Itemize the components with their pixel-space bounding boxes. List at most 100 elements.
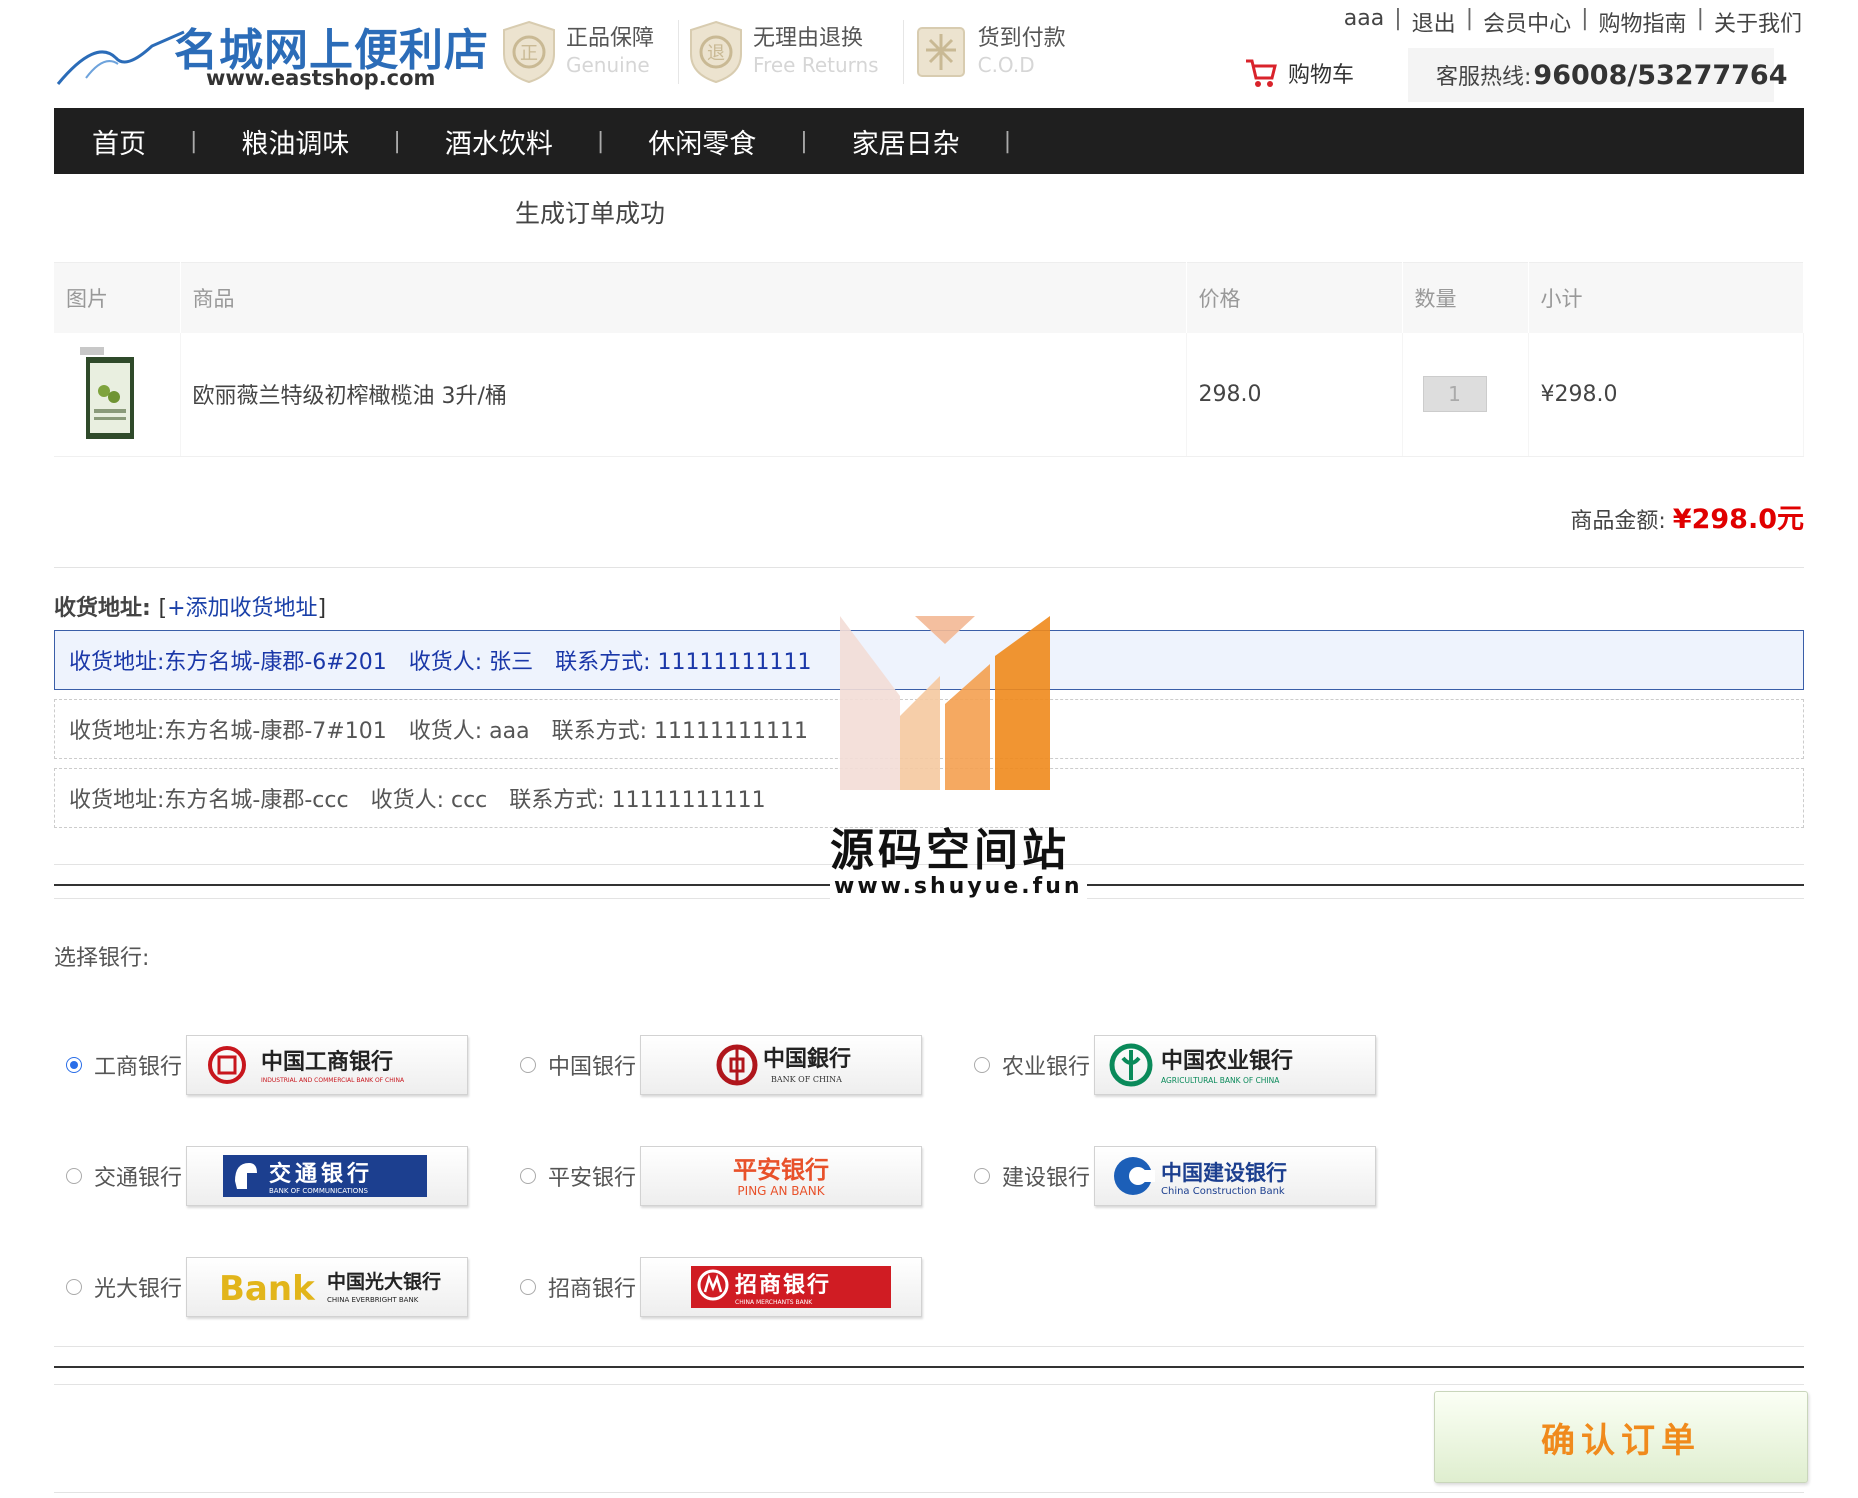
- bank-name-pingan: 平安银行: [548, 1166, 637, 1191]
- address-heading-label: 收货地址:: [54, 596, 151, 621]
- bank-option-abc[interactable]: 农业银行 中国农业银行 AGRICULTURAL BANK OF CHINA: [974, 1035, 1376, 1095]
- logout-link[interactable]: 退出: [1412, 6, 1456, 38]
- address-contact: 联系方式: 11111111111: [509, 788, 766, 813]
- olive-oil-product-image[interactable]: [80, 347, 140, 441]
- bank-radio-abc[interactable]: [974, 1057, 990, 1073]
- cmb-logo-icon: 招商银行 CHINA MERCHANTS BANK: [691, 1266, 891, 1308]
- guarantee-genuine: 正 正品保障 Genuine: [500, 20, 680, 84]
- ccb-logo-sub: China Construction Bank: [1161, 1186, 1285, 1197]
- divider: [54, 1384, 1804, 1385]
- cmb-logo-sub: CHINA MERCHANTS BANK: [735, 1299, 813, 1306]
- bank-radio-pingan[interactable]: [520, 1168, 536, 1184]
- boc-logo[interactable]: 中国銀行 BANK OF CHINA: [640, 1035, 922, 1095]
- nav-separator: |: [190, 128, 198, 154]
- guarantee-cod-sub: C.O.D: [977, 53, 1035, 77]
- order-total: 商品金额: ¥298.0元: [1570, 497, 1804, 536]
- cmb-logo[interactable]: 招商银行 CHINA MERCHANTS BANK: [640, 1257, 922, 1317]
- bank-radio-ceb[interactable]: [66, 1279, 82, 1295]
- product-image-cell: [54, 332, 181, 457]
- bank-option-cmb[interactable]: 招商银行 招商银行 CHINA MERCHANTS BANK: [520, 1257, 922, 1317]
- product-quantity-cell: 1: [1402, 332, 1529, 457]
- icbc-logo-icon: 中国工商银行 INDUSTRIAL AND COMMERCIAL BANK OF…: [208, 1046, 405, 1084]
- product-subtotal-cell: ¥298.0: [1528, 332, 1804, 457]
- guarantee-cod-label: 货到付款: [977, 26, 1066, 51]
- ccb-logo-text: 中国建设银行: [1161, 1161, 1287, 1185]
- bank-name-abc: 农业银行: [1002, 1055, 1091, 1080]
- bank-name-bocom: 交通银行: [94, 1166, 183, 1191]
- shopping-guide-link[interactable]: 购物指南: [1599, 6, 1687, 38]
- bank-radio-bocom[interactable]: [66, 1168, 82, 1184]
- bank-option-ccb[interactable]: 建设银行 中国建设银行 China Construction Bank: [974, 1146, 1376, 1206]
- bank-name-ccb: 建设银行: [1002, 1166, 1091, 1191]
- bank-name-icbc: 工商银行: [94, 1055, 183, 1080]
- nav-item-home[interactable]: 首页: [92, 122, 146, 161]
- bank-option-boc[interactable]: 中国银行 中国銀行 BANK OF CHINA: [520, 1035, 922, 1095]
- divider: [54, 1346, 1804, 1347]
- bocom-logo-icon: 交通银行 BANK OF COMMUNICATIONS: [223, 1155, 427, 1197]
- icbc-logo[interactable]: 中国工商银行 INDUSTRIAL AND COMMERCIAL BANK OF…: [186, 1035, 468, 1095]
- column-header-subtotal: 小计: [1528, 262, 1804, 333]
- bank-option-bocom[interactable]: 交通银行 交通银行 BANK OF COMMUNICATIONS: [66, 1146, 468, 1206]
- address-contact: 联系方式: 11111111111: [551, 719, 808, 744]
- bank-radio-boc[interactable]: [520, 1057, 536, 1073]
- ccb-logo-icon: 中国建设银行 China Construction Bank: [1114, 1157, 1287, 1197]
- add-address-link[interactable]: +添加收货地址: [167, 596, 317, 621]
- divider: [54, 1492, 1804, 1493]
- column-header-quantity: 数量: [1402, 262, 1529, 333]
- boc-logo-icon: 中国銀行 BANK OF CHINA: [716, 1044, 851, 1086]
- divider: [54, 567, 1804, 568]
- address-contact: 联系方式: 11111111111: [555, 650, 812, 675]
- nav-item-household[interactable]: 家居日杂: [852, 122, 960, 161]
- abc-logo-text: 中国农业银行: [1161, 1048, 1293, 1074]
- cod-icon: [916, 27, 965, 77]
- site-logo[interactable]: 名城网上便利店 www.eastshop.com: [56, 10, 488, 90]
- ceb-logo-text: 中国光大银行: [327, 1270, 441, 1293]
- nav-item-grain-oil[interactable]: 粮油调味: [241, 122, 349, 161]
- confirm-order-button[interactable]: 确认订单: [1434, 1391, 1808, 1483]
- guarantee-cod: 货到付款 C.O.D: [912, 20, 1090, 84]
- cart-link[interactable]: 购物车: [1244, 56, 1354, 90]
- table-row: 欧丽薇兰特级初榨橄榄油 3升/桶 298.0 1 ¥298.0: [54, 332, 1804, 457]
- bocom-logo[interactable]: 交通银行 BANK OF COMMUNICATIONS: [186, 1146, 468, 1206]
- bank-radio-icbc[interactable]: [66, 1057, 82, 1073]
- hotline-label: 客服热线:: [1436, 65, 1532, 90]
- abc-logo[interactable]: 中国农业银行 AGRICULTURAL BANK OF CHINA: [1094, 1035, 1376, 1095]
- address-receiver: 收货人: ccc: [370, 788, 488, 813]
- ceb-logo[interactable]: Bank 中国光大银行 CHINA EVERBRIGHT BANK: [186, 1257, 468, 1317]
- bank-option-pingan[interactable]: 平安银行 平安银行 PING AN BANK: [520, 1146, 922, 1206]
- bank-option-icbc[interactable]: 工商银行 中国工商银行 INDUSTRIAL AND COMMERCIAL BA…: [66, 1035, 468, 1095]
- username-link[interactable]: aaa: [1344, 6, 1384, 38]
- watermark-logo-icon: [840, 616, 1050, 790]
- about-us-link[interactable]: 关于我们: [1714, 6, 1802, 38]
- bank-radio-cmb[interactable]: [520, 1279, 536, 1295]
- guarantee-returns-label: 无理由退换: [753, 26, 864, 51]
- watermark-name: 源码空间站: [830, 825, 1070, 876]
- top-link-separator: |: [1581, 6, 1589, 31]
- pingan-logo-text: 平安银行: [733, 1156, 829, 1184]
- logo-url: www.eastshop.com: [206, 66, 436, 90]
- divider: [54, 1366, 1804, 1368]
- address-heading: 收货地址: [+添加收货地址]: [54, 590, 326, 622]
- guarantee-genuine-sub: Genuine: [566, 53, 650, 77]
- service-hotline: 客服热线: 96008/53277764: [1408, 48, 1788, 102]
- ccb-logo[interactable]: 中国建设银行 China Construction Bank: [1094, 1146, 1376, 1206]
- top-link-separator: |: [1696, 6, 1704, 31]
- bracket-open: [: [158, 596, 168, 621]
- pingan-logo[interactable]: 平安银行 PING AN BANK: [640, 1146, 922, 1206]
- quantity-field[interactable]: 1: [1422, 376, 1487, 413]
- nav-separator: |: [800, 128, 808, 154]
- guarantee-badges: 正 正品保障 Genuine 退 无理由退换 Free Returns 货到付款…: [500, 20, 1098, 84]
- pingan-logo-sub: PING AN BANK: [737, 1184, 825, 1198]
- icbc-logo-sub: INDUSTRIAL AND COMMERCIAL BANK OF CHINA: [261, 1077, 405, 1084]
- total-value: ¥298.0元: [1672, 504, 1804, 535]
- column-header-price: 价格: [1186, 262, 1403, 333]
- cart-label: 购物车: [1288, 63, 1355, 88]
- product-name-cell[interactable]: 欧丽薇兰特级初榨橄榄油 3升/桶: [180, 332, 1187, 457]
- nav-item-drinks[interactable]: 酒水饮料: [445, 122, 553, 161]
- member-center-link[interactable]: 会员中心: [1483, 6, 1571, 38]
- top-links: aaa | 退出 | 会员中心 | 购物指南 | 关于我们: [1344, 6, 1802, 38]
- column-header-product: 商品: [180, 262, 1187, 333]
- bank-radio-ccb[interactable]: [974, 1168, 990, 1184]
- nav-item-snacks[interactable]: 休闲零食: [648, 122, 756, 161]
- bank-option-ceb[interactable]: 光大银行 Bank 中国光大银行 CHINA EVERBRIGHT BANK: [66, 1257, 468, 1317]
